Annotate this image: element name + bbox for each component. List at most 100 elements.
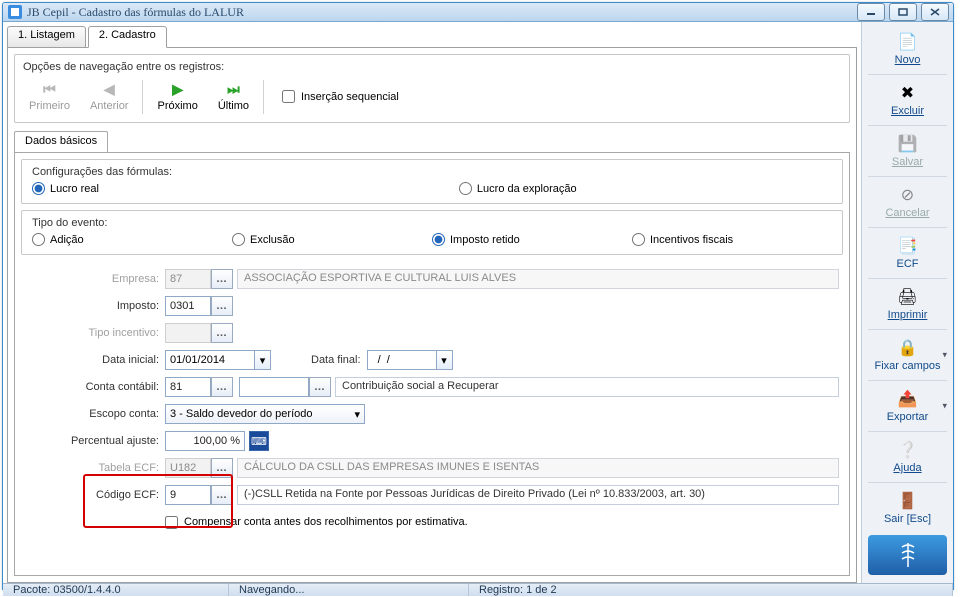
side-salvar-button[interactable]: 💾Salvar [864,128,951,174]
next-icon: ▶ [172,81,183,98]
tabela-ecf-desc: CÁLCULO DA CSLL DAS EMPRESAS IMUNES E IS… [237,458,839,478]
nav-prev-button[interactable]: ◀Anterior [84,79,135,114]
calculator-icon: ⌨ [251,435,267,448]
ellipsis-icon: … [216,382,228,392]
escopo-value: 3 - Saldo devedor do período [170,408,354,420]
side-fixar-button[interactable]: 🔒Fixar campos▾ [864,332,951,378]
tab-panel: Opções de navegação entre os registros: … [7,47,857,583]
tab-cadastro[interactable]: 2. Cadastro [88,26,167,48]
codigo-ecf-desc: (-)CSLL Retida na Fonte por Pessoas Jurí… [237,485,839,505]
data-final-label: Data final: [311,354,367,366]
nav-label: Opções de navegação entre os registros: [23,61,841,73]
exit-icon: 🚪 [896,489,920,513]
data-final-input[interactable] [367,350,437,370]
status-navegando: Navegando... [229,584,469,596]
config-formulas-group: Configurações das fórmulas: Lucro real L… [21,159,843,204]
side-ecf-button[interactable]: 📑ECF [864,230,951,276]
codigo-ecf-input[interactable] [165,485,211,505]
side-sair-button[interactable]: 🚪Sair [Esc] [864,485,951,531]
radio-adicao[interactable]: Adição [32,233,232,246]
side-exportar-button[interactable]: 📤Exportar▾ [864,383,951,429]
conta-contabil-input[interactable] [165,377,211,397]
tabela-ecf-lookup[interactable]: … [211,458,233,478]
side-cancelar-button[interactable]: ⊘Cancelar [864,179,951,225]
tipo-incentivo-input [165,323,211,343]
codigo-ecf-label: Código ECF: [25,489,165,501]
caduceus-icon [894,541,922,569]
percentual-ajuste-label: Percentual ajuste: [25,435,165,447]
prev-icon: ◀ [104,81,115,98]
lock-icon: 🔒 [896,336,920,360]
conta-contabil-lookup[interactable]: … [211,377,233,397]
imposto-lookup[interactable]: … [211,296,233,316]
radio-imposto-retido[interactable]: Imposto retido [432,233,632,246]
maximize-button[interactable] [889,3,917,21]
side-novo-button[interactable]: 📄Novo [864,26,951,72]
ellipsis-icon: … [314,382,326,392]
chevron-down-icon: ▾ [441,354,447,367]
side-logo-button[interactable] [868,535,947,575]
data-inicial-dropdown[interactable]: ▾ [255,350,271,370]
status-registro: Registro: 1 de 2 [469,584,953,596]
tipo-evento-group: Tipo do evento: Adição Exclusão Imposto … [21,210,843,255]
tabela-ecf-input [165,458,211,478]
titlebar: JB Cepil - Cadastro das fórmulas do LALU… [3,3,953,22]
status-pacote: Pacote: 03500/1.4.4.0 [3,584,229,596]
last-icon: ⏭ [227,81,240,98]
nav-divider-2 [263,80,264,114]
ellipsis-icon: … [216,490,228,500]
status-bar: Pacote: 03500/1.4.4.0 Navegando... Regis… [3,583,953,596]
conta-contabil-desc: Contribuição social a Recuperar [335,377,839,397]
data-inicial-input[interactable] [165,350,255,370]
minimize-button[interactable] [857,3,885,21]
calculator-button[interactable]: ⌨ [249,431,269,451]
config-label: Configurações das fórmulas: [32,166,832,178]
conta-contabil-label: Conta contábil: [25,381,165,393]
nav-divider [142,80,143,114]
ellipsis-icon: … [216,463,228,473]
radio-incentivos-fiscais[interactable]: Incentivos fiscais [632,233,733,246]
imposto-label: Imposto: [25,300,165,312]
empresa-lookup[interactable]: … [211,269,233,289]
first-icon: ⏮ [43,81,56,98]
conta-contabil-extra-lookup[interactable]: … [309,377,331,397]
delete-icon: ✖ [896,81,920,105]
escopo-conta-label: Escopo conta: [25,408,165,420]
radio-lucro-exploracao[interactable]: Lucro da exploração [459,182,577,195]
codigo-ecf-lookup[interactable]: … [211,485,233,505]
seq-checkbox[interactable] [282,90,295,103]
nav-first-button[interactable]: ⏮Primeiro [23,79,76,114]
percentual-ajuste-input[interactable] [165,431,245,451]
ellipsis-icon: … [216,274,228,284]
chevron-down-icon: ▾ [260,354,266,367]
tipo-incentivo-label: Tipo incentivo: [25,327,165,339]
side-imprimir-button[interactable]: 🖨Imprimir [864,281,951,327]
tipo-incentivo-lookup[interactable]: … [211,323,233,343]
new-icon: 📄 [896,30,920,54]
escopo-conta-combo[interactable]: 3 - Saldo devedor do período ▾ [165,404,365,424]
save-icon: 💾 [896,132,920,156]
app-window: JB Cepil - Cadastro das fórmulas do LALU… [2,2,954,590]
side-ajuda-button[interactable]: ❔Ajuda [864,434,951,480]
chevron-down-icon: ▾ [354,408,360,421]
compensar-checkbox[interactable] [165,516,178,529]
side-excluir-button[interactable]: ✖Excluir [864,77,951,123]
conta-contabil-extra-input[interactable] [239,377,309,397]
radio-lucro-real[interactable]: Lucro real [32,182,99,195]
insercao-sequencial-check[interactable]: Inserção sequencial [282,90,399,103]
sidebar: 📄Novo ✖Excluir 💾Salvar ⊘Cancelar 📑ECF 🖨I… [861,22,953,583]
nav-last-button[interactable]: ⏭Último [212,79,255,114]
nav-next-button[interactable]: ▶Próximo [151,79,203,114]
help-icon: ❔ [896,438,920,462]
subtab-dados-basicos[interactable]: Dados básicos [14,131,108,153]
empresa-label: Empresa: [25,273,165,285]
data-final-dropdown[interactable]: ▾ [437,350,453,370]
print-icon: 🖨 [896,285,920,309]
radio-exclusao[interactable]: Exclusão [232,233,432,246]
tab-listagem[interactable]: 1. Listagem [7,26,86,48]
imposto-input[interactable] [165,296,211,316]
ellipsis-icon: … [216,328,228,338]
close-button[interactable] [921,3,949,21]
empresa-desc: ASSOCIAÇÃO ESPORTIVA E CULTURAL LUIS ALV… [237,269,839,289]
data-inicial-label: Data inicial: [25,354,165,366]
